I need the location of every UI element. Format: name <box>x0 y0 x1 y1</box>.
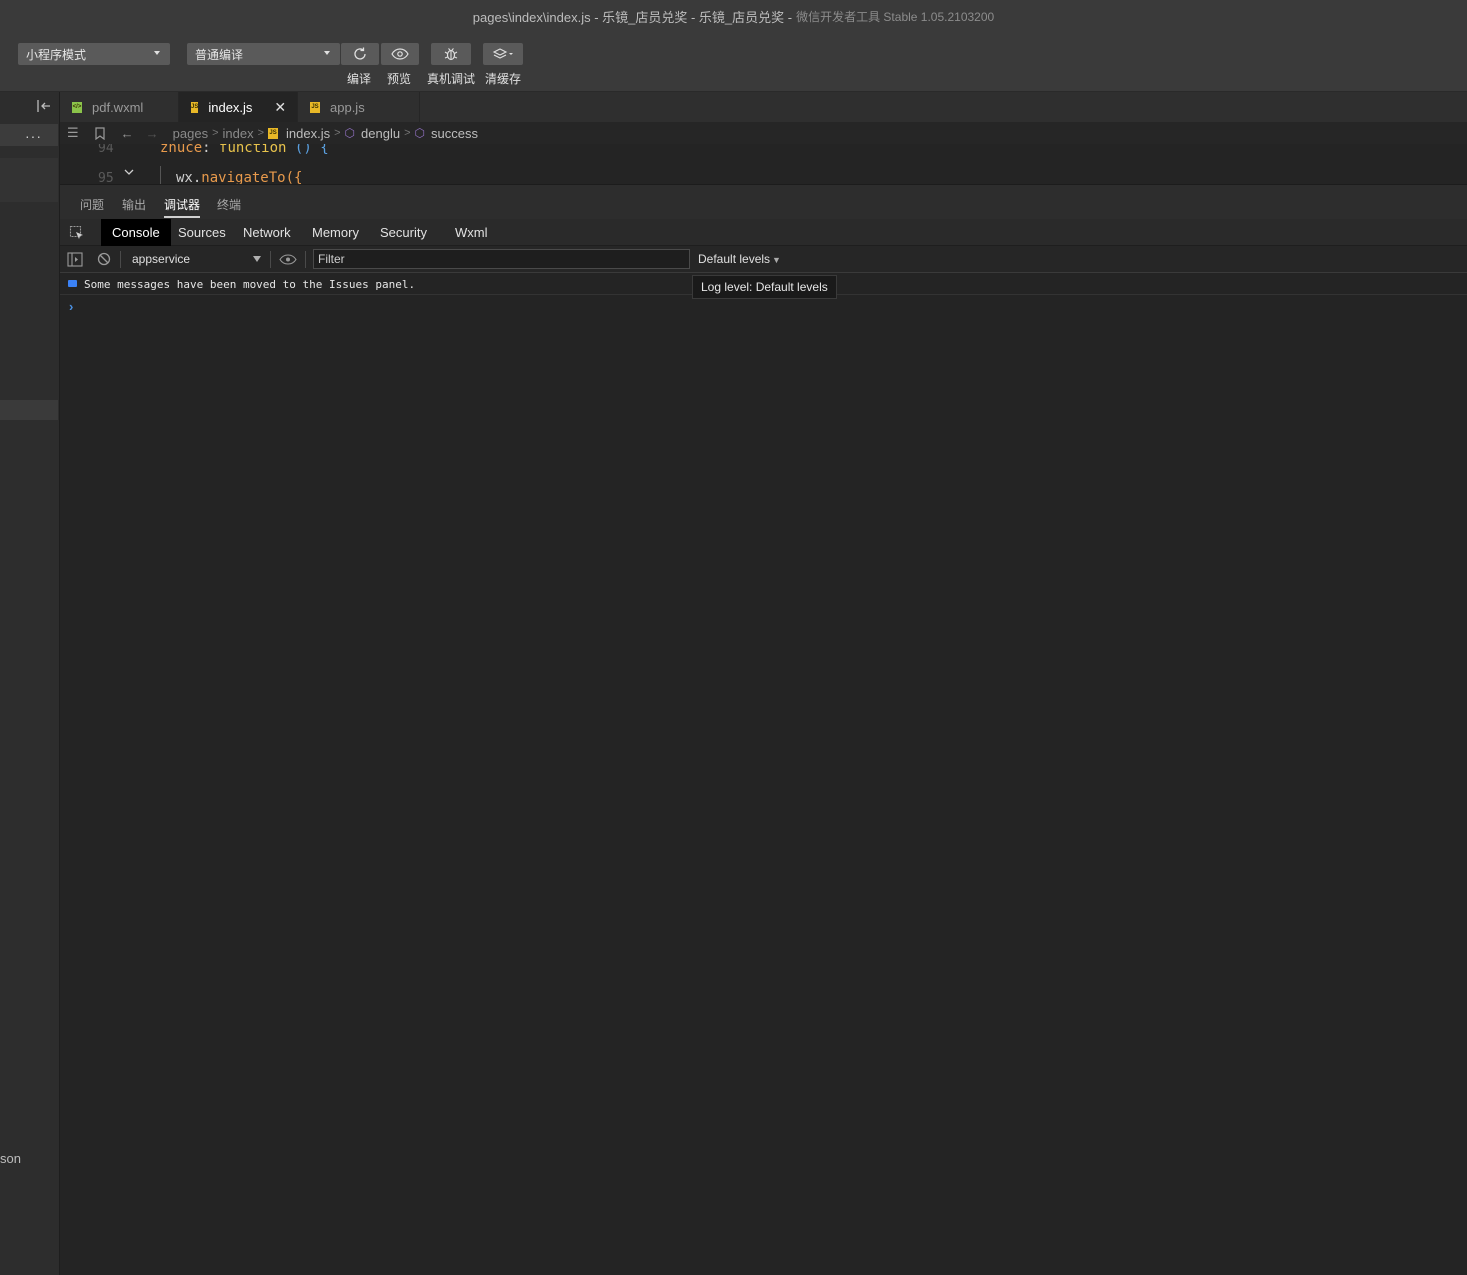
preview-button[interactable] <box>381 43 419 65</box>
editor-tabs: </> pdf.wxml JS index.js ✕ JS app.js <box>60 92 1467 122</box>
sidebar-item[interactable] <box>0 158 58 202</box>
chevron-right-icon: > <box>257 127 265 139</box>
devtools-tabs: Console Sources Network Memory Security … <box>60 219 1467 246</box>
list-icon[interactable]: ☰ <box>67 125 79 141</box>
mode-select[interactable]: 小程序模式 <box>18 43 170 65</box>
tab-output[interactable]: 输出 <box>122 196 146 213</box>
more-icon[interactable]: ··· <box>25 128 42 144</box>
js-file-icon: JS <box>191 101 199 113</box>
js-file-icon: JS <box>268 127 279 139</box>
main-toolbar: 小程序模式 普通编译 编译 预览 真机调试 清缓存 <box>0 32 1467 92</box>
app-name: 微信开发者工具 Stable 1.05.2103200 <box>796 9 995 24</box>
tab-memory[interactable]: Memory <box>301 219 370 246</box>
clear-console-icon[interactable] <box>97 252 111 266</box>
tab-security[interactable]: Security <box>369 219 438 246</box>
breadcrumb-item[interactable]: index.js <box>286 126 330 141</box>
toggle-sidebar-icon[interactable] <box>67 252 83 267</box>
caret-down-icon: ▼ <box>772 255 781 265</box>
preview-label: 预览 <box>387 72 412 86</box>
sidebar-file-label: son <box>0 1151 21 1166</box>
divider <box>270 251 271 268</box>
eye-icon <box>391 48 409 60</box>
tab-app-js[interactable]: JS app.js <box>298 92 420 122</box>
sidebar-item-selected[interactable] <box>0 400 58 420</box>
remote-debug-button[interactable] <box>431 43 471 65</box>
chevron-down-icon <box>253 256 261 262</box>
bookmark-icon[interactable] <box>95 126 105 140</box>
live-expression-eye-icon[interactable] <box>279 254 297 265</box>
tab-label: app.js <box>330 99 365 115</box>
method-icon: ⬡ <box>414 126 425 140</box>
window-title: pages\index\index.js - 乐镜_店员兑奖 - 乐镜_店员兑奖… <box>472 9 793 25</box>
clear-cache-button[interactable] <box>483 43 523 65</box>
code-editor[interactable]: 94 zhuce: function () { 95 wx.navigateTo… <box>60 144 1467 184</box>
compile-button[interactable] <box>341 43 379 65</box>
context-select[interactable]: appservice <box>132 252 190 266</box>
tab-network[interactable]: Network <box>232 219 302 246</box>
breadcrumb-item[interactable]: success <box>431 126 478 141</box>
tab-debugger[interactable]: 调试器 <box>164 196 201 218</box>
tab-pdf-wxml[interactable]: </> pdf.wxml <box>60 92 179 122</box>
fold-chevron-icon[interactable] <box>124 168 134 176</box>
inspect-element-icon[interactable] <box>69 225 85 241</box>
filter-input[interactable]: Filter <box>313 249 690 269</box>
divider <box>120 251 121 268</box>
code-line: wx.navigateTo({ <box>176 170 303 184</box>
line-number: 95 <box>98 171 114 184</box>
forward-arrow-icon[interactable]: → <box>146 126 159 141</box>
collapse-sidebar-icon[interactable] <box>36 99 52 113</box>
tab-sources[interactable]: Sources <box>167 219 237 246</box>
method-icon: ⬡ <box>344 126 356 140</box>
refresh-icon <box>354 47 366 60</box>
chevron-down-icon <box>154 51 160 55</box>
tab-index-js[interactable]: JS index.js ✕ <box>179 92 298 122</box>
divider <box>305 251 306 268</box>
remote-debug-label: 真机调试 <box>427 72 476 86</box>
title-bar: pages\index\index.js - 乐镜_店员兑奖 - 乐镜_店员兑奖… <box>0 0 1467 32</box>
clear-cache-label: 清缓存 <box>485 72 522 86</box>
tab-problems[interactable]: 问题 <box>80 196 104 213</box>
console-output[interactable]: Some messages have been moved to the Iss… <box>60 273 1467 1275</box>
breadcrumb-item[interactable]: denglu <box>361 126 400 141</box>
console-message-text: Some messages have been moved to the Iss… <box>84 278 416 291</box>
tab-wxml[interactable]: Wxml <box>444 219 499 246</box>
tab-terminal[interactable]: 终端 <box>217 196 241 213</box>
log-levels-dropdown[interactable]: Default levels ▼ <box>698 252 781 266</box>
bug-icon <box>444 48 458 61</box>
chevron-right-icon: > <box>404 127 411 139</box>
mode-select-value: 小程序模式 <box>26 47 87 62</box>
console-prompt[interactable]: › <box>69 299 73 314</box>
back-arrow-icon[interactable]: ← <box>121 126 134 141</box>
left-sidebar: ··· son <box>0 92 60 1275</box>
chevron-right-icon: > <box>334 127 341 139</box>
js-file-icon: JS <box>310 101 320 113</box>
log-level-tooltip: Log level: Default levels <box>692 275 837 299</box>
chevron-down-icon <box>324 51 330 55</box>
panel-tabs: 问题 输出 调试器 终端 <box>60 184 1467 219</box>
layers-icon <box>492 48 513 59</box>
line-number: 94 <box>98 144 114 156</box>
breadcrumb-item[interactable]: pages <box>173 126 208 141</box>
code-line: zhuce: function () { <box>160 144 329 156</box>
compile-label: 编译 <box>347 72 372 86</box>
breadcrumb-item[interactable]: index <box>223 126 254 141</box>
compile-select-value: 普通编译 <box>195 47 244 62</box>
close-icon[interactable]: ✕ <box>274 99 286 116</box>
breadcrumb: ☰ ← → pages > index > JS index.js > ⬡ de… <box>60 122 1467 144</box>
tab-console[interactable]: Console <box>101 219 171 246</box>
chevron-right-icon: > <box>212 127 219 139</box>
indent-guide <box>160 166 161 184</box>
wxml-file-icon: </> <box>72 101 82 113</box>
tab-label: index.js <box>208 99 253 115</box>
compile-select[interactable]: 普通编译 <box>187 43 340 65</box>
console-toolbar: appservice Filter Default levels ▼ <box>60 246 1467 273</box>
info-message-icon <box>68 280 77 287</box>
log-levels-value: Default levels <box>698 252 771 266</box>
tab-label: pdf.wxml <box>92 99 144 115</box>
